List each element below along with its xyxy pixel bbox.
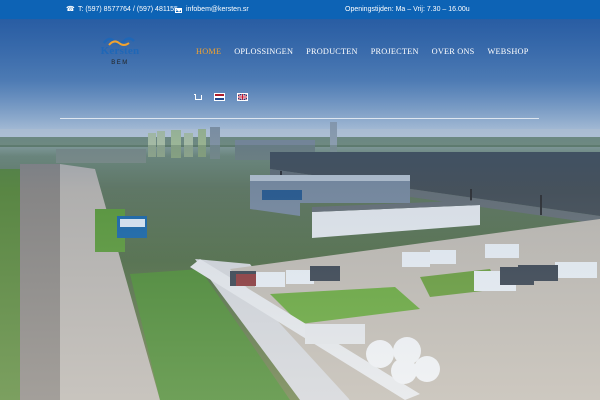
logo-subtitle: BEM	[111, 60, 129, 66]
contact-bar: T: (597) 8577764 / (597) 481155 infobem@…	[0, 0, 600, 19]
phone-text: T: (597) 8577764 / (597) 481155	[78, 6, 178, 13]
mail-icon	[175, 7, 182, 13]
flag-nl-icon[interactable]	[214, 93, 225, 101]
hero-image	[0, 19, 600, 400]
logo-brand: Kersten	[100, 45, 140, 57]
nav-producten[interactable]: PRODUCTEN	[306, 47, 358, 56]
nav-home[interactable]: HOME	[196, 47, 221, 56]
opening-hours-text: Openingstijden: Ma – Vrij: 7.30 – 16.00u	[345, 6, 470, 13]
cart-icon[interactable]	[194, 93, 202, 100]
phone-contact[interactable]: T: (597) 8577764 / (597) 481155	[66, 0, 178, 19]
header-divider	[60, 118, 539, 119]
flag-en-icon[interactable]	[237, 93, 248, 101]
hero-overlay	[0, 19, 600, 400]
nav-over-ons[interactable]: OVER ONS	[432, 47, 475, 56]
utility-icons	[194, 93, 248, 101]
main-navigation: HOME OPLOSSINGEN PRODUCTEN PROJECTEN OVE…	[196, 47, 529, 56]
opening-hours: Openingstijden: Ma – Vrij: 7.30 – 16.00u	[345, 0, 470, 19]
email-contact[interactable]: infobem@kersten.sr	[175, 0, 249, 19]
nav-webshop[interactable]: WEBSHOP	[488, 47, 529, 56]
nav-oplossingen[interactable]: OPLOSSINGEN	[234, 47, 293, 56]
phone-icon	[66, 5, 75, 14]
nav-projecten[interactable]: PROJECTEN	[371, 47, 419, 56]
email-text: infobem@kersten.sr	[186, 6, 249, 13]
kersten-bem-logo[interactable]: Kersten BEM	[95, 35, 145, 69]
